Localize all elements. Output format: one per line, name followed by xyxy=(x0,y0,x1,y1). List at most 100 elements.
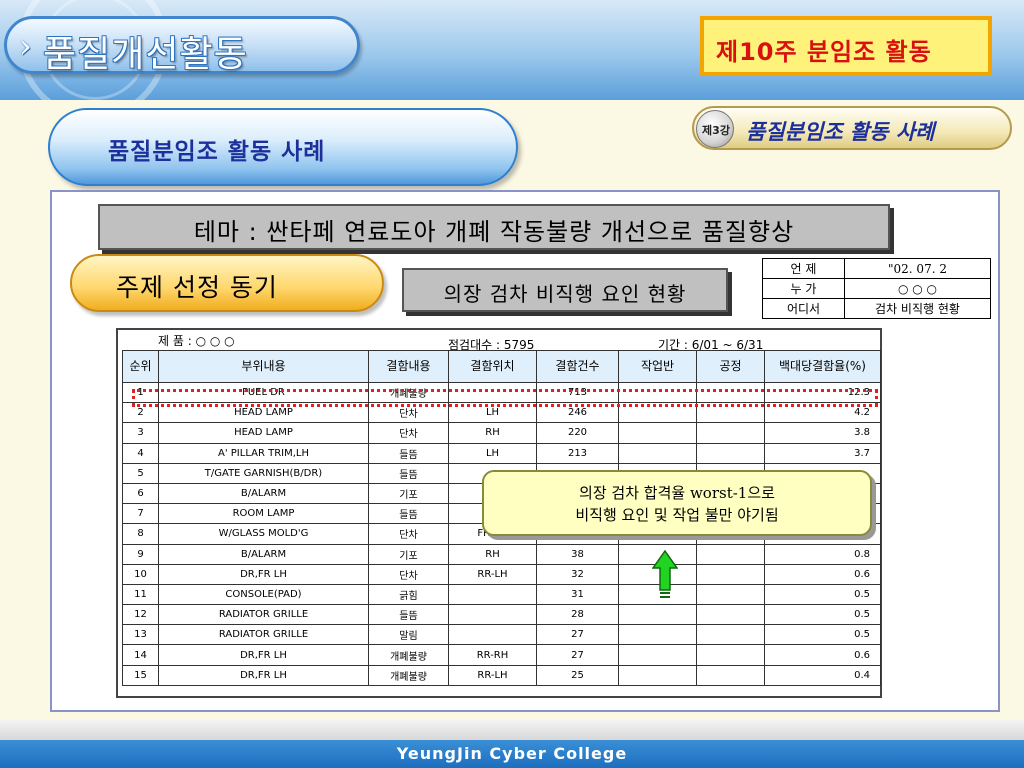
cell-rank: 12 xyxy=(122,604,159,626)
cell-location xyxy=(448,624,537,646)
cell-rate: 4.2 xyxy=(764,402,881,424)
cell-defect: 개폐불량 xyxy=(368,644,449,666)
cell-location: RR-LH xyxy=(448,563,537,585)
info-row: 언 제 "02. 07. 2 xyxy=(762,258,991,279)
content-panel: 테마 : 싼타페 연료도아 개폐 작동불량 개선으로 품질향상 주제 선정 동기… xyxy=(50,190,1000,712)
col-header-count: 결함건수 xyxy=(536,350,619,383)
motive-pill: 주제 선정 동기 xyxy=(70,254,384,312)
info-row: 누 가 ○ ○ ○ xyxy=(762,278,991,299)
cell-defect: 기포 xyxy=(368,543,449,565)
cell-rate: 0.6 xyxy=(764,644,881,666)
cell-count: 27 xyxy=(536,644,619,666)
cell-location xyxy=(448,604,537,626)
cell-process xyxy=(696,422,765,444)
col-header-rate: 백대당결함율(%) xyxy=(764,350,881,383)
cell-count: 213 xyxy=(536,442,619,464)
cell-defect: 단차 xyxy=(368,523,449,545)
cell-process xyxy=(696,381,765,404)
cell-count: 220 xyxy=(536,422,619,444)
callout-line-1: 의장 검차 합격율 worst-1으로 xyxy=(579,484,775,502)
cell-count: 713 xyxy=(536,381,619,404)
table-row: 11 CONSOLE(PAD) 긁힘 31 0.5 xyxy=(122,583,881,606)
table-row: 4 A' PILLAR TRIM,LH 들뜸 LH 213 3.7 xyxy=(122,442,881,464)
lesson-pill: 제3강 품질분임조 활동 사례 xyxy=(692,106,1012,150)
footer-text: YeungJin Cyber College xyxy=(396,744,628,763)
cell-part: DR,FR LH xyxy=(158,563,369,585)
cell-part: CONSOLE(PAD) xyxy=(158,583,369,606)
col-header-team: 작업반 xyxy=(618,350,697,383)
cell-count: 27 xyxy=(536,624,619,646)
cell-part: B/ALARM xyxy=(158,543,369,565)
cell-team xyxy=(618,624,697,646)
cell-team xyxy=(618,402,697,424)
cell-count: 246 xyxy=(536,402,619,424)
cell-defect: 들뜸 xyxy=(368,462,449,484)
col-header-location: 결함위치 xyxy=(448,350,537,383)
cell-rank: 8 xyxy=(122,523,159,545)
week-label-box: 제10주 분임조 활동 xyxy=(700,16,992,76)
info-row: 어디서 검차 비직행 현황 xyxy=(762,298,991,319)
section-title: 품질분임조 활동 사례 xyxy=(108,139,326,165)
info-table: 언 제 "02. 07. 2 누 가 ○ ○ ○ 어디서 검차 비직행 현황 xyxy=(762,258,991,319)
cell-part: HEAD LAMP xyxy=(158,402,369,424)
col-header-process: 공정 xyxy=(696,350,765,383)
cell-defect: 말림 xyxy=(368,624,449,646)
col-header-defect: 결함내용 xyxy=(368,350,449,383)
cell-defect: 개폐불량 xyxy=(368,381,449,404)
cell-location xyxy=(448,583,537,606)
table-row: 9 B/ALARM 기포 RH 38 0.8 xyxy=(122,543,881,565)
table-row: 15 DR,FR LH 개폐불량 RR-LH 25 0.4 xyxy=(122,664,881,686)
cell-part: ROOM LAMP xyxy=(158,503,369,525)
cell-process xyxy=(696,624,765,646)
cell-rate: 0.4 xyxy=(764,664,881,686)
cell-location xyxy=(448,381,537,404)
info-value: ○ ○ ○ xyxy=(844,278,991,299)
cell-location: RR-LH xyxy=(448,664,537,686)
cell-rank: 3 xyxy=(122,422,159,444)
cell-location: RH xyxy=(448,543,537,565)
cell-part: B/ALARM xyxy=(158,482,369,505)
table-row: 10 DR,FR LH 단차 RR-LH 32 0.6 xyxy=(122,563,881,585)
cell-defect: 기포 xyxy=(368,482,449,505)
cell-count: 25 xyxy=(536,664,619,686)
cell-process xyxy=(696,644,765,666)
cell-rate: 0.5 xyxy=(764,583,881,606)
cell-part: A' PILLAR TRIM,LH xyxy=(158,442,369,464)
lesson-badge: 제3강 xyxy=(696,110,734,148)
product-label: 제 품 : ○ ○ ○ xyxy=(158,334,235,348)
motive-label: 주제 선정 동기 xyxy=(116,273,278,302)
table-row: 12 RADIATOR GRILLE 들뜸 28 0.5 xyxy=(122,604,881,626)
cell-rank: 13 xyxy=(122,624,159,646)
info-key: 누 가 xyxy=(762,278,845,299)
cell-defect: 개폐불량 xyxy=(368,664,449,686)
cell-part: W/GLASS MOLD'G xyxy=(158,523,369,545)
cell-rank: 5 xyxy=(122,462,159,484)
cell-team xyxy=(618,604,697,626)
arrow-up-icon xyxy=(652,550,678,598)
chevron-right-icon: › xyxy=(19,27,32,65)
cell-location: RH xyxy=(448,422,537,444)
footer: YeungJin Cyber College xyxy=(0,740,1024,768)
cell-rank: 10 xyxy=(122,563,159,585)
cell-rate: 0.5 xyxy=(764,604,881,626)
cell-defect: 들뜸 xyxy=(368,604,449,626)
cell-rate: 3.7 xyxy=(764,442,881,464)
cell-part: T/GATE GARNISH(B/DR) xyxy=(158,462,369,484)
cell-defect: 긁힘 xyxy=(368,583,449,606)
cell-defect: 단차 xyxy=(368,563,449,585)
cell-location: LH xyxy=(448,402,537,424)
cell-team xyxy=(618,381,697,404)
header-band: › 품질개선활동 제10주 분임조 활동 xyxy=(0,0,1024,100)
table-row: 1 FUEL DR 개폐불량 713 12.3 xyxy=(122,381,881,404)
table-row: 2 HEAD LAMP 단차 LH 246 4.2 xyxy=(122,402,881,424)
cell-rank: 7 xyxy=(122,503,159,525)
cell-process xyxy=(696,543,765,565)
status-box: 의장 검차 비직행 요인 현황 xyxy=(402,268,728,312)
cell-defect: 단차 xyxy=(368,402,449,424)
col-header-rank: 순위 xyxy=(122,350,159,383)
footer-divider xyxy=(0,720,1024,740)
cell-part: FUEL DR xyxy=(158,381,369,404)
cell-location: LH xyxy=(448,442,537,464)
lesson-badge-label: 제3강 xyxy=(702,124,730,137)
col-header-part: 부위내용 xyxy=(158,350,369,383)
